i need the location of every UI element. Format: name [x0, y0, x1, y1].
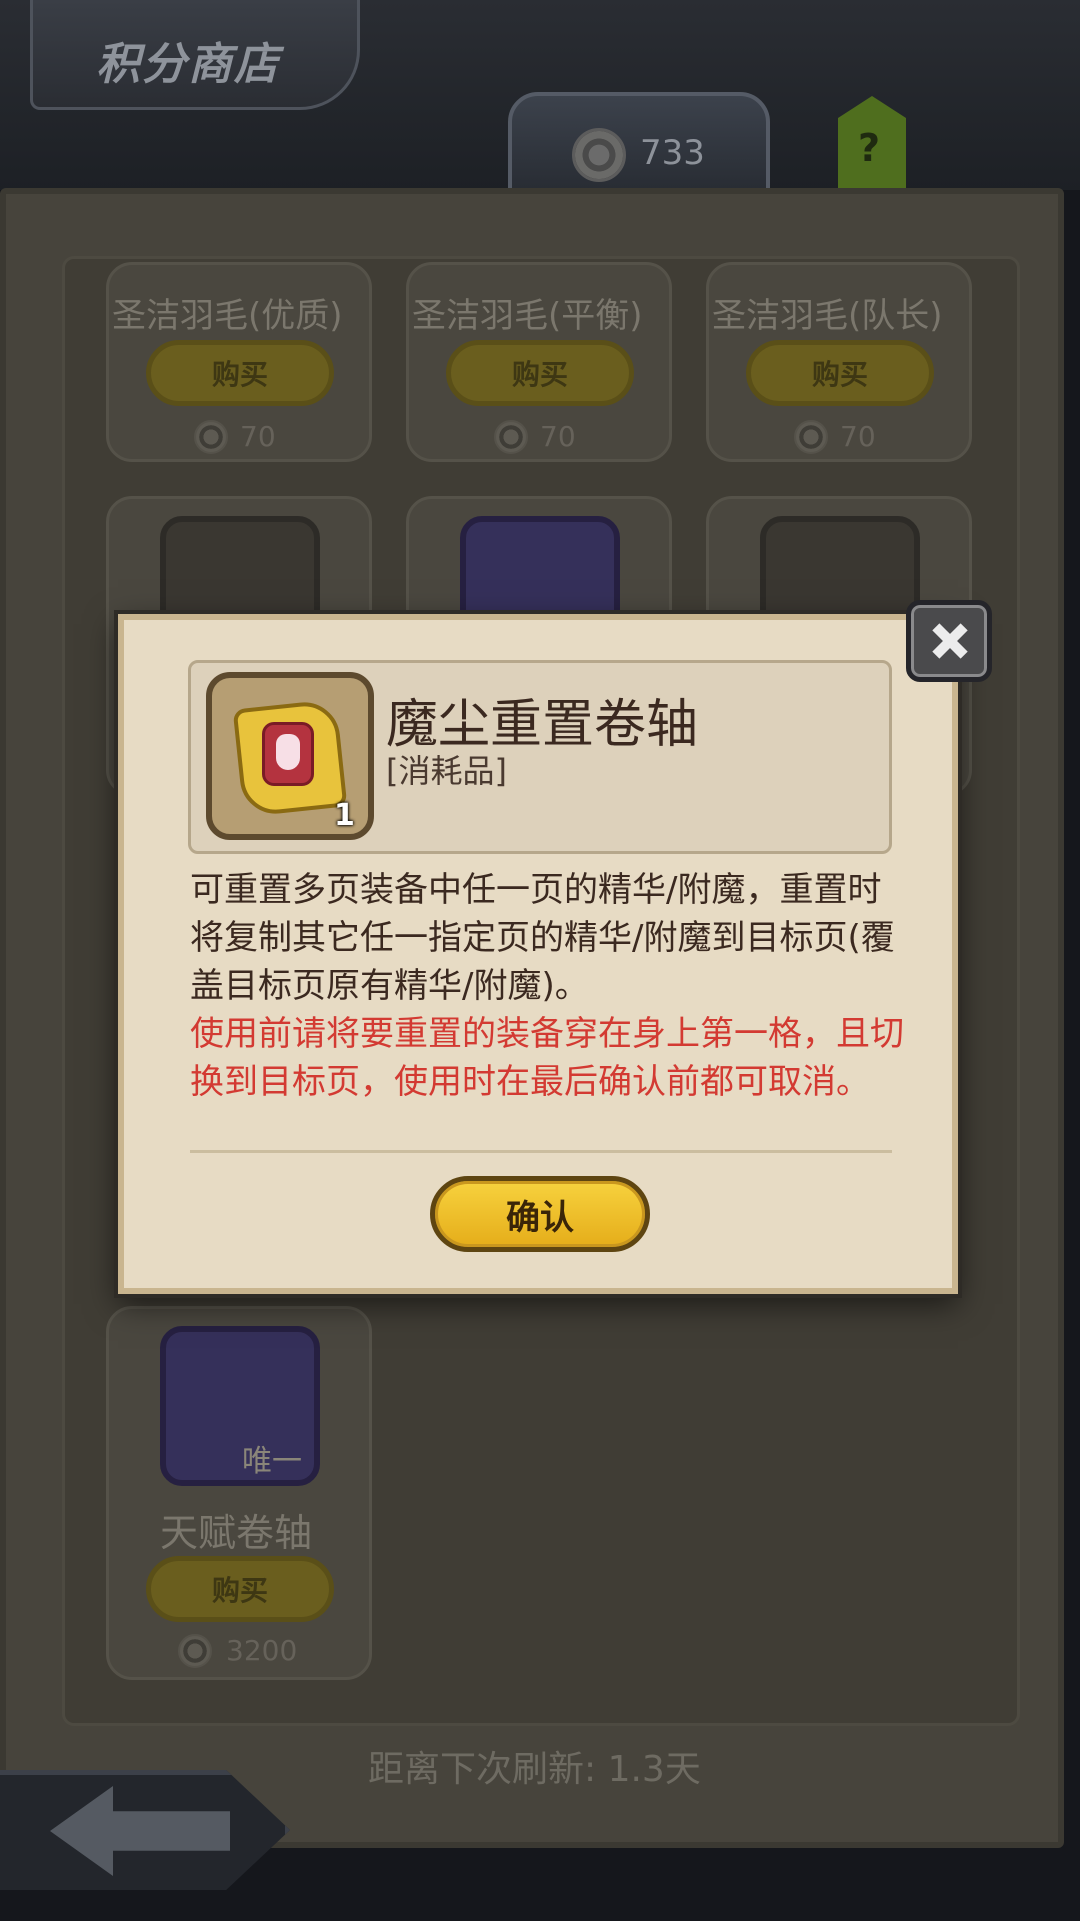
divider	[190, 1150, 892, 1153]
points-coin-icon	[178, 1634, 212, 1668]
shop-item-price: 70	[540, 420, 576, 453]
shop-item-name: 圣洁羽毛(平衡)	[412, 296, 643, 336]
shop-item-name: 天赋卷轴	[160, 1511, 313, 1555]
points-coin-icon	[572, 128, 626, 182]
page-title: 积分商店	[96, 39, 280, 90]
confirm-button[interactable]: 确认	[430, 1176, 650, 1252]
buy-button[interactable]: 购买	[146, 1556, 334, 1622]
points-display	[508, 92, 770, 200]
item-warning: 使用前请将要重置的装备穿在身上第一格，且切换到目标页，使用时在最后确认前都可取消…	[190, 1014, 904, 1102]
help-icon: ?	[858, 126, 881, 170]
points-coin-icon	[494, 420, 528, 454]
points-coin-icon	[794, 420, 828, 454]
buy-button[interactable]: 购买	[146, 340, 334, 406]
unique-tag: 唯一	[242, 1444, 302, 1479]
gem-highlight	[276, 734, 300, 770]
item-description: 可重置多页装备中任一页的精华/附魔，重置时将复制其它任一指定页的精华/附魔到目标…	[190, 870, 895, 1006]
buy-button[interactable]: 购买	[446, 340, 634, 406]
shop-item-price: 70	[840, 420, 876, 453]
refresh-timer: 距离下次刷新: 1.3天	[368, 1749, 701, 1790]
shop-item-price: 3200	[226, 1634, 298, 1667]
item-count: 1	[334, 798, 355, 833]
shop-item-price: 70	[240, 420, 276, 453]
buy-button[interactable]: 购买	[746, 340, 934, 406]
item-type: [消耗品]	[386, 752, 507, 790]
shop-item-name: 圣洁羽毛(队长)	[712, 296, 943, 336]
points-value: 733	[640, 133, 705, 173]
shop-item-name: 圣洁羽毛(优质)	[112, 296, 343, 336]
points-coin-icon	[194, 420, 228, 454]
